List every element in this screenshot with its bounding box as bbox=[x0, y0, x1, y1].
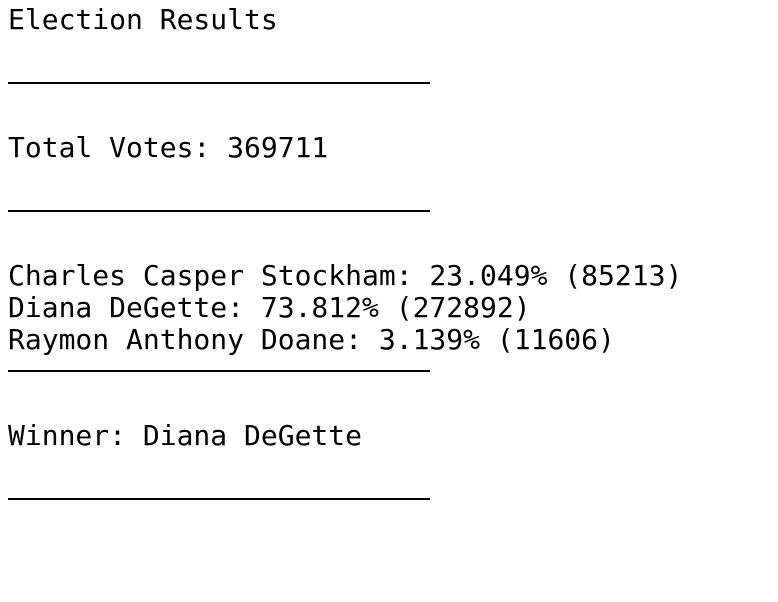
candidate-result-line: Charles Casper Stockham: 23.049% (85213) bbox=[8, 259, 683, 292]
separator-line bbox=[8, 498, 430, 500]
separator-line bbox=[8, 210, 430, 212]
candidate-result-line: Raymon Anthony Doane: 3.139% (11606) bbox=[8, 323, 615, 356]
candidate-result-line: Diana DeGette: 73.812% (272892) bbox=[8, 291, 531, 324]
winner-text: Winner: Diana DeGette bbox=[8, 419, 363, 452]
separator-line bbox=[8, 370, 430, 372]
separator-line bbox=[8, 82, 430, 84]
total-votes-text: Total Votes: 369711 bbox=[8, 131, 329, 164]
results-title: Election Results bbox=[8, 3, 278, 36]
